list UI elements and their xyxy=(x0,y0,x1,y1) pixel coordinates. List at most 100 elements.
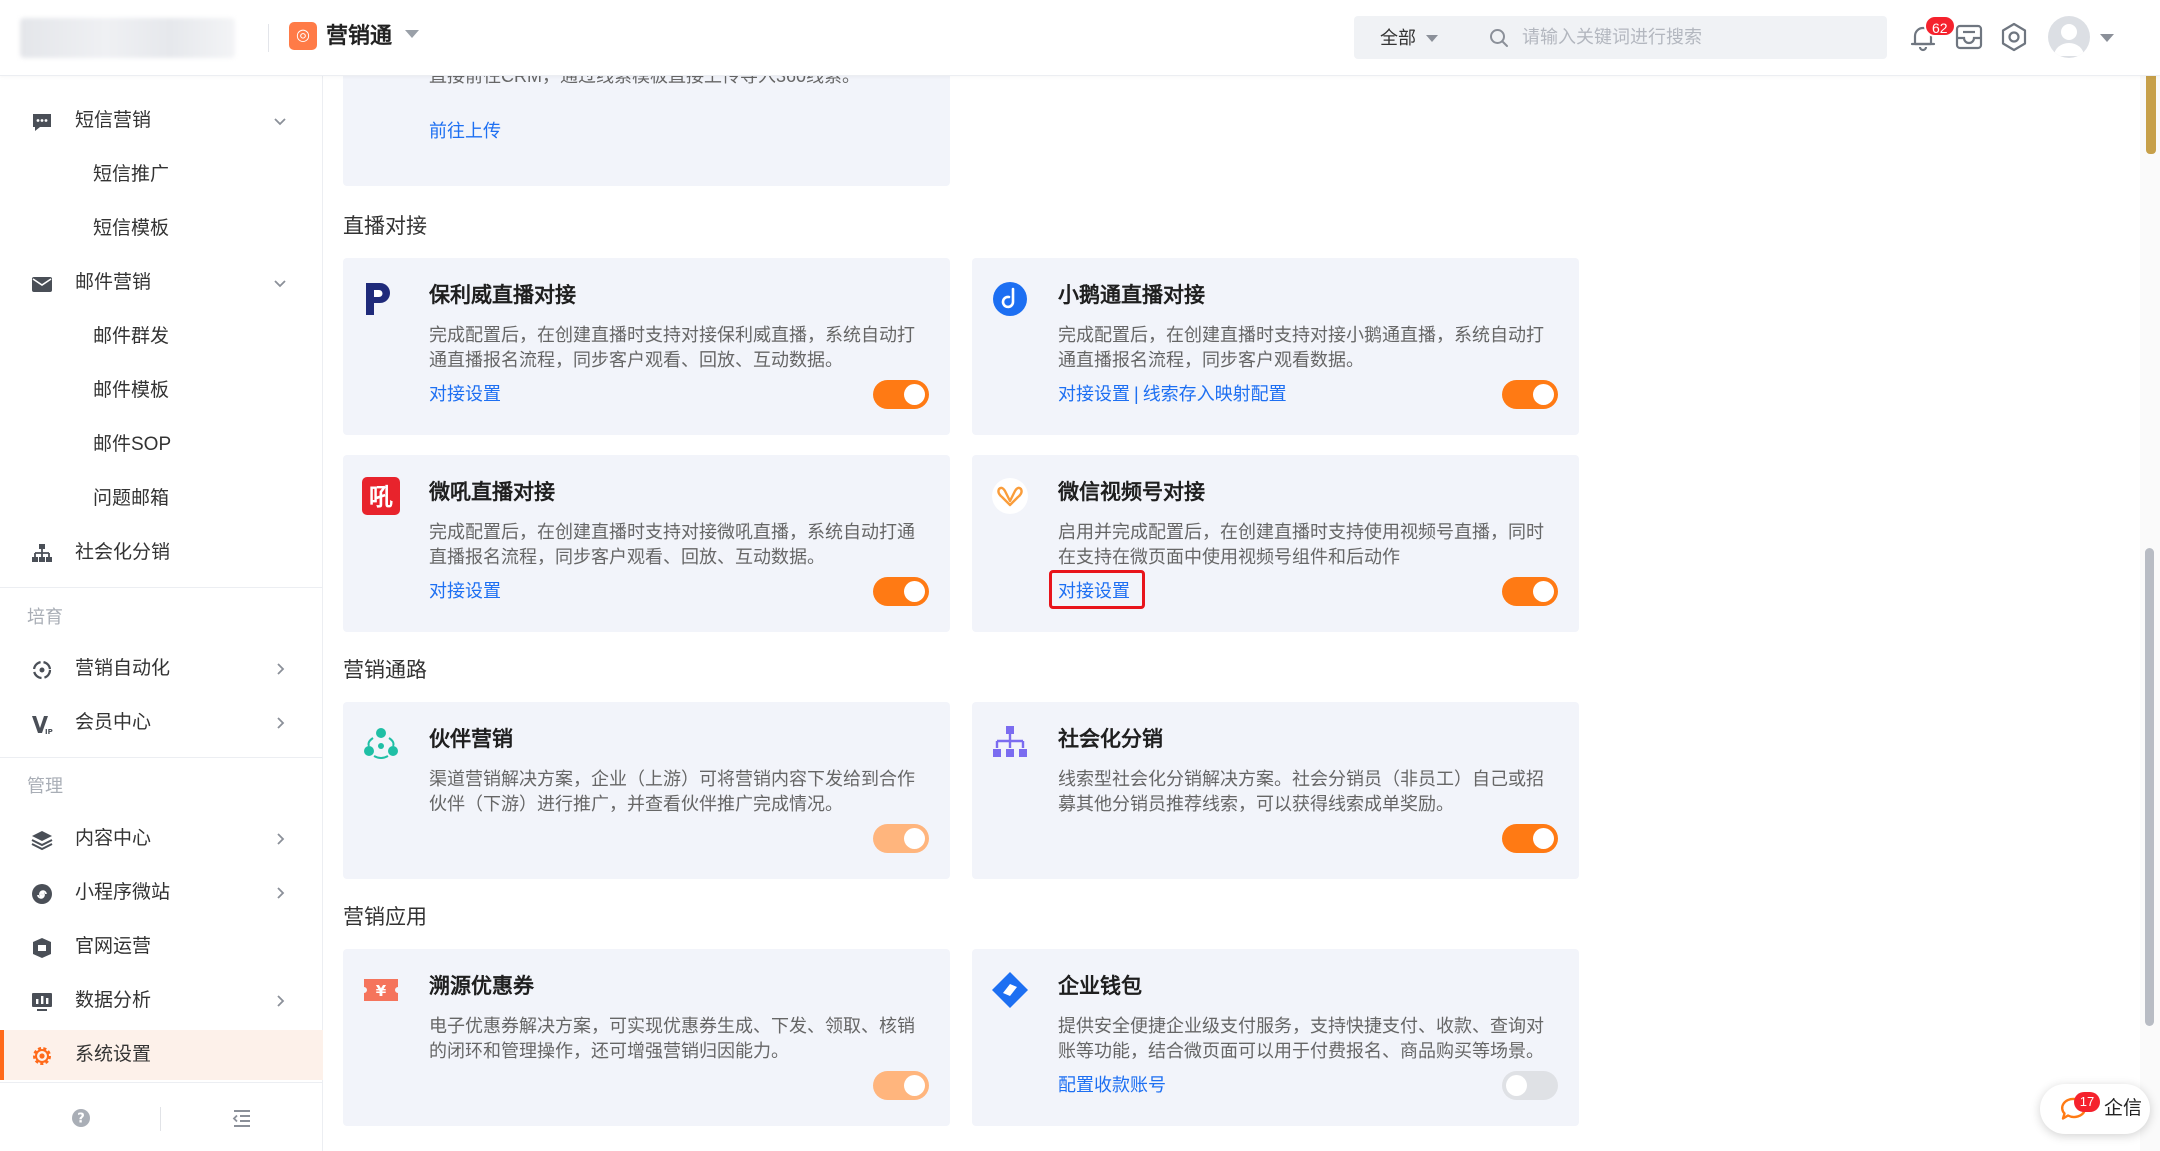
sidebar-item-label: 官网运营 xyxy=(75,936,152,957)
chevron-down-icon xyxy=(274,280,286,288)
enable-toggle[interactable] xyxy=(873,1071,929,1100)
sidebar-item-label: 短信营销 xyxy=(75,110,152,131)
sidebar-item-social-distribution[interactable]: 社会化分销 xyxy=(0,528,323,578)
wallet-icon xyxy=(992,972,1028,1008)
enable-toggle[interactable] xyxy=(873,824,929,853)
card-title: 溯源优惠券 xyxy=(429,975,534,998)
xiaoe-logo-icon xyxy=(993,282,1027,316)
enable-toggle[interactable] xyxy=(1502,824,1558,853)
company-logo-blurred xyxy=(20,18,235,58)
chevron-right-icon xyxy=(277,663,285,675)
divider xyxy=(160,1107,161,1131)
sidebar-item-label: 邮件营销 xyxy=(75,272,152,293)
card-wechat-channels: 微信视频号对接 启用并完成配置后，在创建直播时支持使用视频号直播，同时在支持在微… xyxy=(972,455,1579,632)
section-title-channel: 营销通路 xyxy=(343,659,427,682)
sidebar-item-label: 社会化分销 xyxy=(75,542,171,563)
svg-text:吼: 吼 xyxy=(369,483,393,511)
sidebar-item-email-sop[interactable]: 邮件SOP xyxy=(0,420,323,470)
sidebar-item-sms-marketing[interactable]: 短信营销 xyxy=(0,96,323,146)
card-description: 完成配置后，在创建直播时支持对接微吼直播，系统自动打通直播报名流程，同步客户观看… xyxy=(429,522,915,567)
search-input[interactable] xyxy=(1522,22,1862,52)
chevron-down-icon[interactable] xyxy=(405,30,419,38)
app-switcher-label[interactable]: 营销通 xyxy=(326,20,392,52)
chevron-right-icon xyxy=(277,995,285,1007)
sms-icon xyxy=(33,114,51,131)
card-title: 企业钱包 xyxy=(1058,975,1142,998)
card-xiaoe-live: 小鹅通直播对接 完成配置后，在创建直播时支持对接小鹅通直播，系统自动打通直播报名… xyxy=(972,258,1579,435)
enable-toggle[interactable] xyxy=(1502,1071,1558,1100)
enable-toggle[interactable] xyxy=(873,380,929,409)
sidebar-item-label: 营销自动化 xyxy=(75,658,171,679)
sidebar-item-label: 邮件SOP xyxy=(93,434,172,455)
sidebar-item-problem-mailbox[interactable]: 问题邮箱 xyxy=(0,474,323,524)
card-title: 微吼直播对接 xyxy=(429,481,555,504)
collapse-menu-icon[interactable] xyxy=(231,1107,253,1129)
vhall-logo-icon: 吼 xyxy=(362,477,400,515)
chevron-right-icon xyxy=(277,887,285,899)
config-link[interactable]: 对接设置 xyxy=(429,578,501,604)
sidebar-item-email-template[interactable]: 邮件模板 xyxy=(0,366,323,416)
card-title: 保利威直播对接 xyxy=(429,284,576,307)
miniprogram-icon xyxy=(32,884,52,904)
analytics-icon xyxy=(32,993,52,1011)
chevron-down-icon[interactable] xyxy=(2100,34,2114,42)
group-title-manage: 管理 xyxy=(27,776,63,796)
sidebar-item-website-ops[interactable]: 官网运营 xyxy=(0,922,323,972)
card-description: 线索型社会化分销解决方案。社会分销员（非员工）自己或招募其他分销员推荐线索，可以… xyxy=(1058,769,1544,814)
sidebar-item-label: 会员中心 xyxy=(75,712,152,733)
chevron-right-icon xyxy=(277,833,285,845)
sidebar-footer: ? xyxy=(0,1082,323,1151)
sidebar-item-system-settings[interactable]: 系统设置 xyxy=(0,1030,323,1080)
app-logo-icon[interactable]: ◎ xyxy=(289,22,317,50)
svg-text:IP: IP xyxy=(45,728,53,736)
search-scope-select[interactable]: 全部 xyxy=(1380,26,1416,50)
sidebar-item-label: 内容中心 xyxy=(75,828,152,849)
global-search: 全部 xyxy=(1354,16,1887,59)
enable-toggle[interactable] xyxy=(1502,380,1558,409)
svg-text:¥: ¥ xyxy=(376,982,387,1000)
sidebar-item-sms-promotion[interactable]: 短信推广 xyxy=(0,150,323,200)
card-title: 社会化分销 xyxy=(1058,728,1163,751)
sidebar-item-marketing-automation[interactable]: 营销自动化 xyxy=(0,644,323,694)
lead-mapping-link[interactable]: 线索存入映射配置 xyxy=(1143,384,1287,404)
scrollbar-thumb[interactable] xyxy=(2145,548,2154,1026)
config-link[interactable]: 对接设置 xyxy=(1058,384,1130,404)
chevron-down-icon[interactable] xyxy=(1426,35,1438,42)
top-bar: ◎ 营销通 全部 62 xyxy=(0,0,2160,76)
sidebar-item-email-marketing[interactable]: 邮件营销 xyxy=(0,258,323,308)
gear-icon[interactable] xyxy=(1997,20,2031,54)
enable-toggle[interactable] xyxy=(1502,577,1558,606)
sidebar-item-email-bulk[interactable]: 邮件群发 xyxy=(0,312,323,362)
config-link[interactable]: 对接设置 xyxy=(429,381,501,407)
sidebar-item-data-analysis[interactable]: 数据分析 xyxy=(0,976,323,1026)
avatar[interactable] xyxy=(2048,16,2090,58)
enable-toggle[interactable] xyxy=(873,577,929,606)
sidebar-item-sms-template[interactable]: 短信模板 xyxy=(0,204,323,254)
card-enterprise-wallet: 企业钱包 提供安全便捷企业级支付服务，支持快捷支付、收款、查询对账等功能，结合微… xyxy=(972,949,1579,1126)
divider xyxy=(0,587,323,588)
wechat-channels-logo-icon xyxy=(992,478,1028,514)
qixin-chat-button[interactable]: 17 企信 xyxy=(2040,1084,2150,1134)
upload-link[interactable]: 前往上传 xyxy=(429,118,501,144)
group-title-cultivate: 培育 xyxy=(27,607,63,627)
mail-icon xyxy=(32,277,52,292)
sidebar-item-member-center[interactable]: IP 会员中心 xyxy=(0,698,323,748)
section-title-live: 直播对接 xyxy=(343,215,427,238)
sidebar-item-label: 短信推广 xyxy=(93,164,170,185)
card-polyv-live: 保利威直播对接 完成配置后，在创建直播时支持对接保利威直播，系统自动打通直播报名… xyxy=(343,258,950,435)
card-description: 启用并完成配置后，在创建直播时支持使用视频号直播，同时在支持在微页面中使用视频号… xyxy=(1058,522,1544,567)
inbox-icon[interactable] xyxy=(1952,20,1986,54)
help-icon[interactable]: ? xyxy=(70,1107,92,1129)
org-chart-icon xyxy=(993,726,1027,757)
sidebar-item-label: 小程序微站 xyxy=(75,882,171,903)
notification-badge: 62 xyxy=(1924,15,1956,37)
sidebar-item-content-center[interactable]: 内容中心 xyxy=(0,814,323,864)
payment-account-link[interactable]: 配置收款账号 xyxy=(1058,1072,1166,1098)
sidebar-item-mini-program[interactable]: 小程序微站 xyxy=(0,868,323,918)
card-title: 微信视频号对接 xyxy=(1058,481,1205,504)
config-links: 对接设置 | 线索存入映射配置 xyxy=(1058,381,1287,407)
card-title: 伙伴营销 xyxy=(429,728,513,751)
card-partner-marketing: 伙伴营销 渠道营销解决方案，企业（上游）可将营销内容下发给到合作伙伴（下游）进行… xyxy=(343,702,950,879)
layers-icon xyxy=(31,831,53,851)
section-title-apps: 营销应用 xyxy=(343,906,427,929)
